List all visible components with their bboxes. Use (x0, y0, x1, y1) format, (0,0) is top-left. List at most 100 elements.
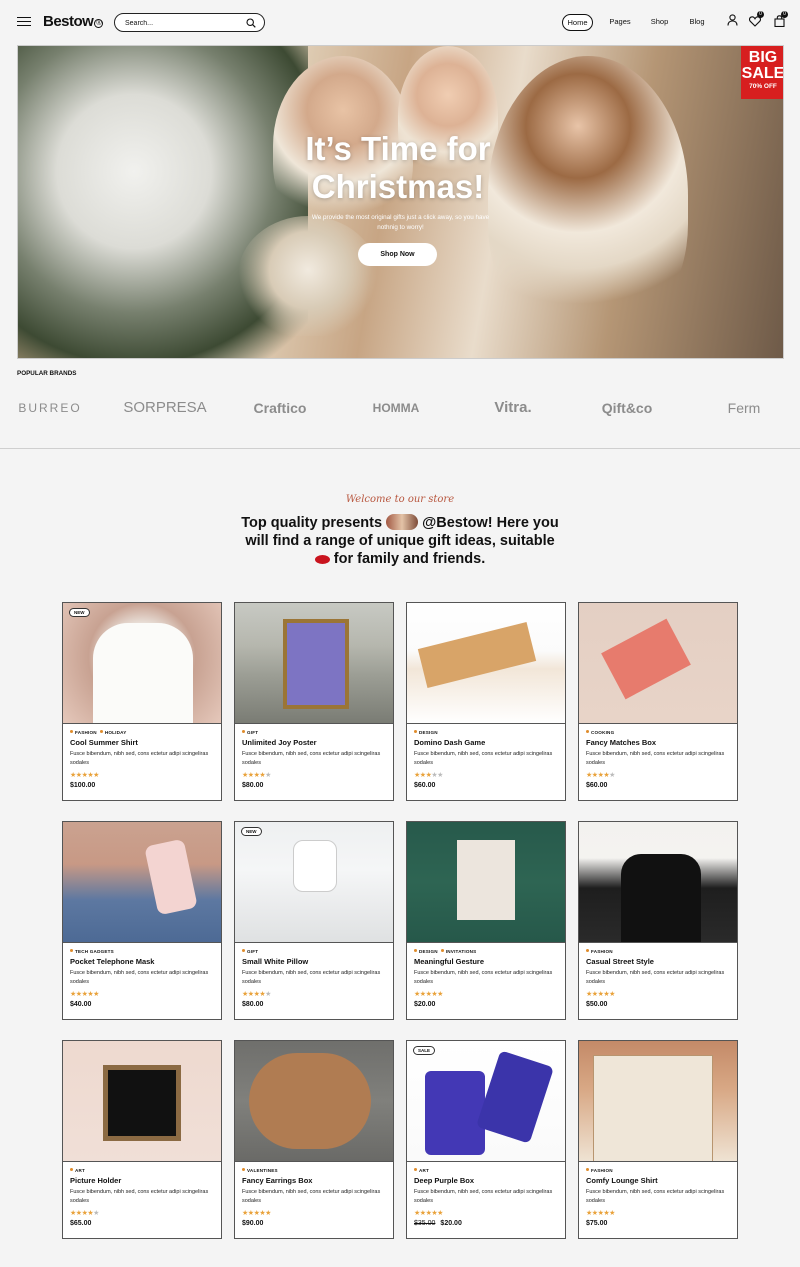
product-rating: ★★★★★ (70, 771, 99, 779)
product-description: Fusce bibendum, nibh sed, cons ectetur a… (70, 970, 209, 985)
brand-craftico[interactable]: Craftico (247, 398, 313, 418)
category-label[interactable]: DESIGN (419, 730, 438, 735)
category-label[interactable]: FASHION (591, 1168, 613, 1173)
product-image[interactable] (579, 822, 737, 943)
category-label[interactable]: VALENTINES (247, 1168, 278, 1173)
category-label[interactable]: INVITATIONS (446, 949, 477, 954)
product-card[interactable]: GIFT Unlimited Joy Poster Fusce bibendum, … (234, 602, 394, 801)
product-name[interactable]: Meaningful Gesture (414, 957, 484, 966)
product-rating: ★★★★★ (70, 990, 99, 998)
product-name[interactable]: Casual Street Style (586, 957, 654, 966)
product-name[interactable]: Cool Summer Shirt (70, 738, 138, 747)
product-image[interactable] (579, 1041, 737, 1162)
category-label[interactable]: TECH GADGETS (75, 949, 114, 954)
brand-vitra[interactable]: Vitra. (485, 398, 541, 418)
product-card[interactable]: DESIGN INVITATIONS Meaningful Gesture Fusce… (406, 821, 566, 1020)
category-label[interactable]: FASHION (75, 730, 97, 735)
star-icon: ★ (437, 1210, 443, 1217)
product-image[interactable]: NEW (63, 603, 221, 724)
product-categories: ART (414, 1168, 429, 1173)
nav-pages[interactable]: Pages (605, 14, 635, 31)
product-image[interactable] (63, 1041, 221, 1162)
product-image[interactable] (235, 1041, 393, 1162)
category-label[interactable]: DESIGN (419, 949, 438, 954)
category-dot (414, 949, 417, 952)
product-image[interactable] (235, 603, 393, 724)
category-label[interactable]: ART (419, 1168, 429, 1173)
current-price: $100.00 (70, 782, 96, 789)
search-icon[interactable] (246, 18, 256, 28)
menu-icon[interactable] (17, 17, 31, 26)
category-label[interactable]: COOKING (591, 730, 614, 735)
product-price: $20.00 (414, 1001, 435, 1008)
cart-count: 0 (781, 11, 788, 18)
category-dot (586, 949, 589, 952)
nav-shop[interactable]: Shop (646, 14, 673, 31)
product-card[interactable]: VALENTINES Fancy Earrings Box Fusce bibend… (234, 1040, 394, 1239)
product-card[interactable]: ART Picture Holder Fusce bibendum, nibh se… (62, 1040, 222, 1239)
search-box (114, 13, 265, 32)
product-name[interactable]: Pocket Telephone Mask (70, 957, 154, 966)
search-input[interactable] (125, 17, 240, 29)
star-icon: ★ (93, 772, 99, 779)
product-card[interactable]: TECH GADGETS Pocket Telephone Mask Fusce b… (62, 821, 222, 1020)
product-card[interactable]: FASHION Casual Street Style Fusce bibendum… (578, 821, 738, 1020)
shop-now-button[interactable]: Shop Now (358, 243, 437, 266)
product-description: Fusce bibendum, nibh sed, cons ectetur a… (242, 751, 381, 766)
product-name[interactable]: Picture Holder (70, 1176, 121, 1185)
cart-button[interactable]: 0 (774, 11, 788, 28)
product-image[interactable] (407, 822, 565, 943)
product-categories: TECH GADGETS (70, 949, 114, 954)
brand-ferm[interactable]: Ferm (722, 398, 766, 418)
current-price: $65.00 (70, 1220, 92, 1227)
product-price: $35.00 $20.00 (414, 1220, 462, 1227)
category-label[interactable]: HOLIDAY (105, 730, 127, 735)
product-categories: DESIGN INVITATIONS (414, 949, 476, 954)
product-name[interactable]: Deep Purple Box (414, 1176, 474, 1185)
category-label[interactable]: ART (75, 1168, 85, 1173)
product-price: $80.00 (242, 782, 263, 789)
product-image[interactable] (579, 603, 737, 724)
product-image[interactable] (407, 603, 565, 724)
logo[interactable]: Bestow ® (43, 13, 104, 30)
product-card[interactable]: COOKING Fancy Matches Box Fusce bibendum, … (578, 602, 738, 801)
product-description: Fusce bibendum, nibh sed, cons ectetur a… (414, 1189, 553, 1204)
product-card[interactable]: NEW GIFT Small White Pillow Fusce bibendum,… (234, 821, 394, 1020)
product-categories: FASHION HOLIDAY (70, 730, 126, 735)
product-description: Fusce bibendum, nibh sed, cons ectetur a… (586, 1189, 725, 1204)
product-card[interactable]: NEW FASHION HOLIDAY Cool Summer Shirt Fusce … (62, 602, 222, 801)
product-card[interactable]: FASHION Comfy Lounge Shirt Fusce bibendum,… (578, 1040, 738, 1239)
category-label[interactable]: FASHION (591, 949, 613, 954)
product-name[interactable]: Small White Pillow (242, 957, 308, 966)
user-icon[interactable] (727, 14, 738, 26)
product-categories: FASHION (586, 1168, 613, 1173)
product-name[interactable]: Fancy Matches Box (586, 738, 656, 747)
lips-icon (314, 555, 330, 564)
product-image[interactable]: SALE (407, 1041, 565, 1162)
brand-homma[interactable]: HOMMA (366, 398, 426, 418)
product-rating: ★★★★★ (414, 990, 443, 998)
product-description: Fusce bibendum, nibh sed, cons ectetur a… (586, 751, 725, 766)
brand-qiftco[interactable]: Qift&co (594, 398, 660, 418)
brand-sorpresa[interactable]: SORPRESA (120, 398, 210, 418)
product-name[interactable]: Fancy Earrings Box (242, 1176, 312, 1185)
category-label[interactable]: GIFT (247, 949, 258, 954)
brand-burreo[interactable]: BURREO (17, 398, 83, 418)
nav-home[interactable]: Home (562, 14, 593, 31)
product-card[interactable]: SALE ART Deep Purple Box Fusce bibendum, ni… (406, 1040, 566, 1239)
product-rating: ★★★★★ (586, 1209, 615, 1217)
product-image[interactable]: NEW (235, 822, 393, 943)
product-image[interactable] (63, 822, 221, 943)
current-price: $40.00 (70, 1001, 92, 1008)
product-name[interactable]: Comfy Lounge Shirt (586, 1176, 658, 1185)
product-card[interactable]: DESIGN Domino Dash Game Fusce bibendum, ni… (406, 602, 566, 801)
product-name[interactable]: Unlimited Joy Poster (242, 738, 317, 747)
registered-mark: ® (94, 19, 104, 28)
product-description: Fusce bibendum, nibh sed, cons ectetur a… (242, 1189, 381, 1204)
sale-badge[interactable]: BIG SALE 70% OFF (741, 46, 783, 99)
intro-part3: for family and friends. (333, 551, 486, 567)
wishlist-button[interactable]: 0 (748, 11, 764, 27)
category-label[interactable]: GIFT (247, 730, 258, 735)
product-name[interactable]: Domino Dash Game (414, 738, 485, 747)
nav-blog[interactable]: Blog (686, 14, 708, 31)
